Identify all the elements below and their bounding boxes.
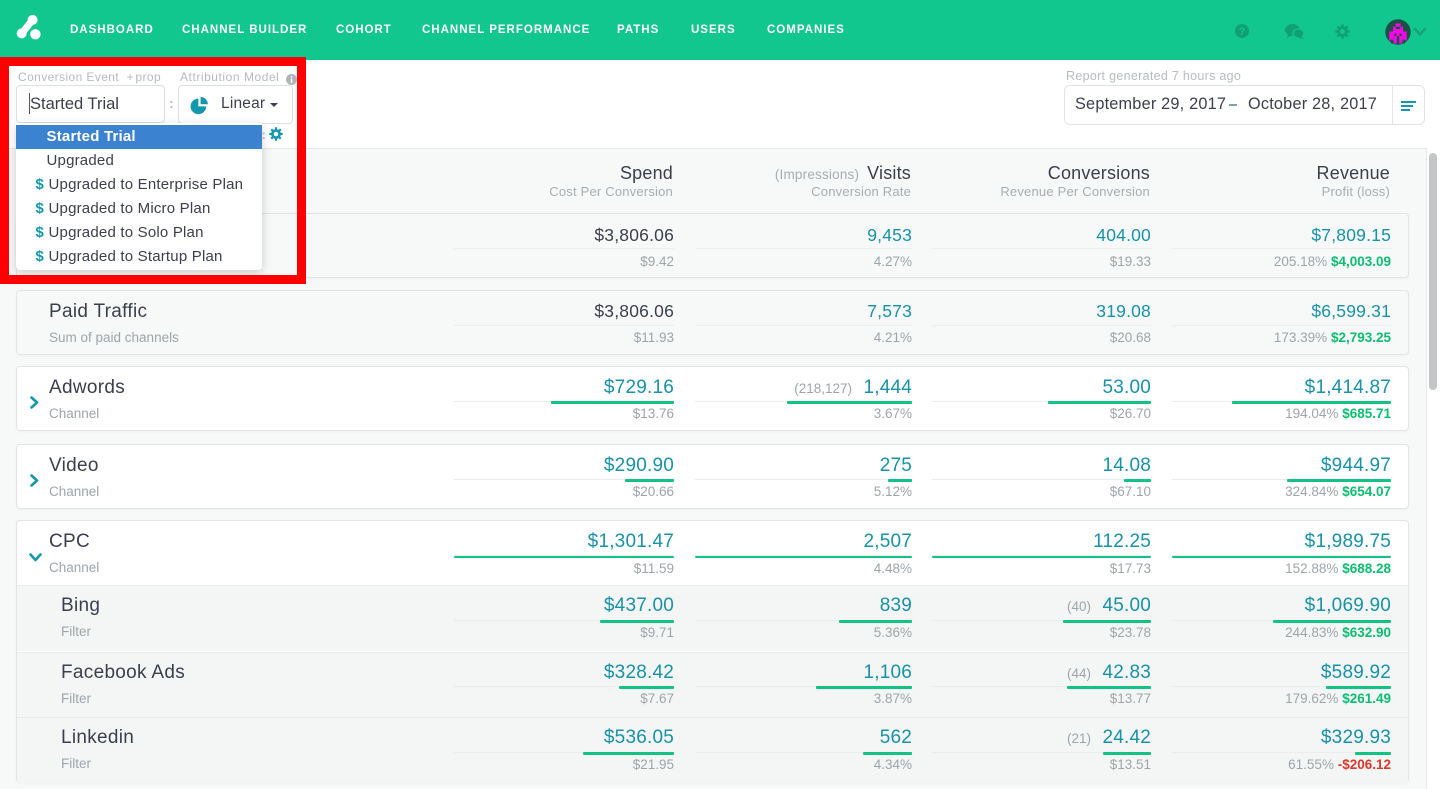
svg-text:?: ? [1239, 26, 1245, 38]
